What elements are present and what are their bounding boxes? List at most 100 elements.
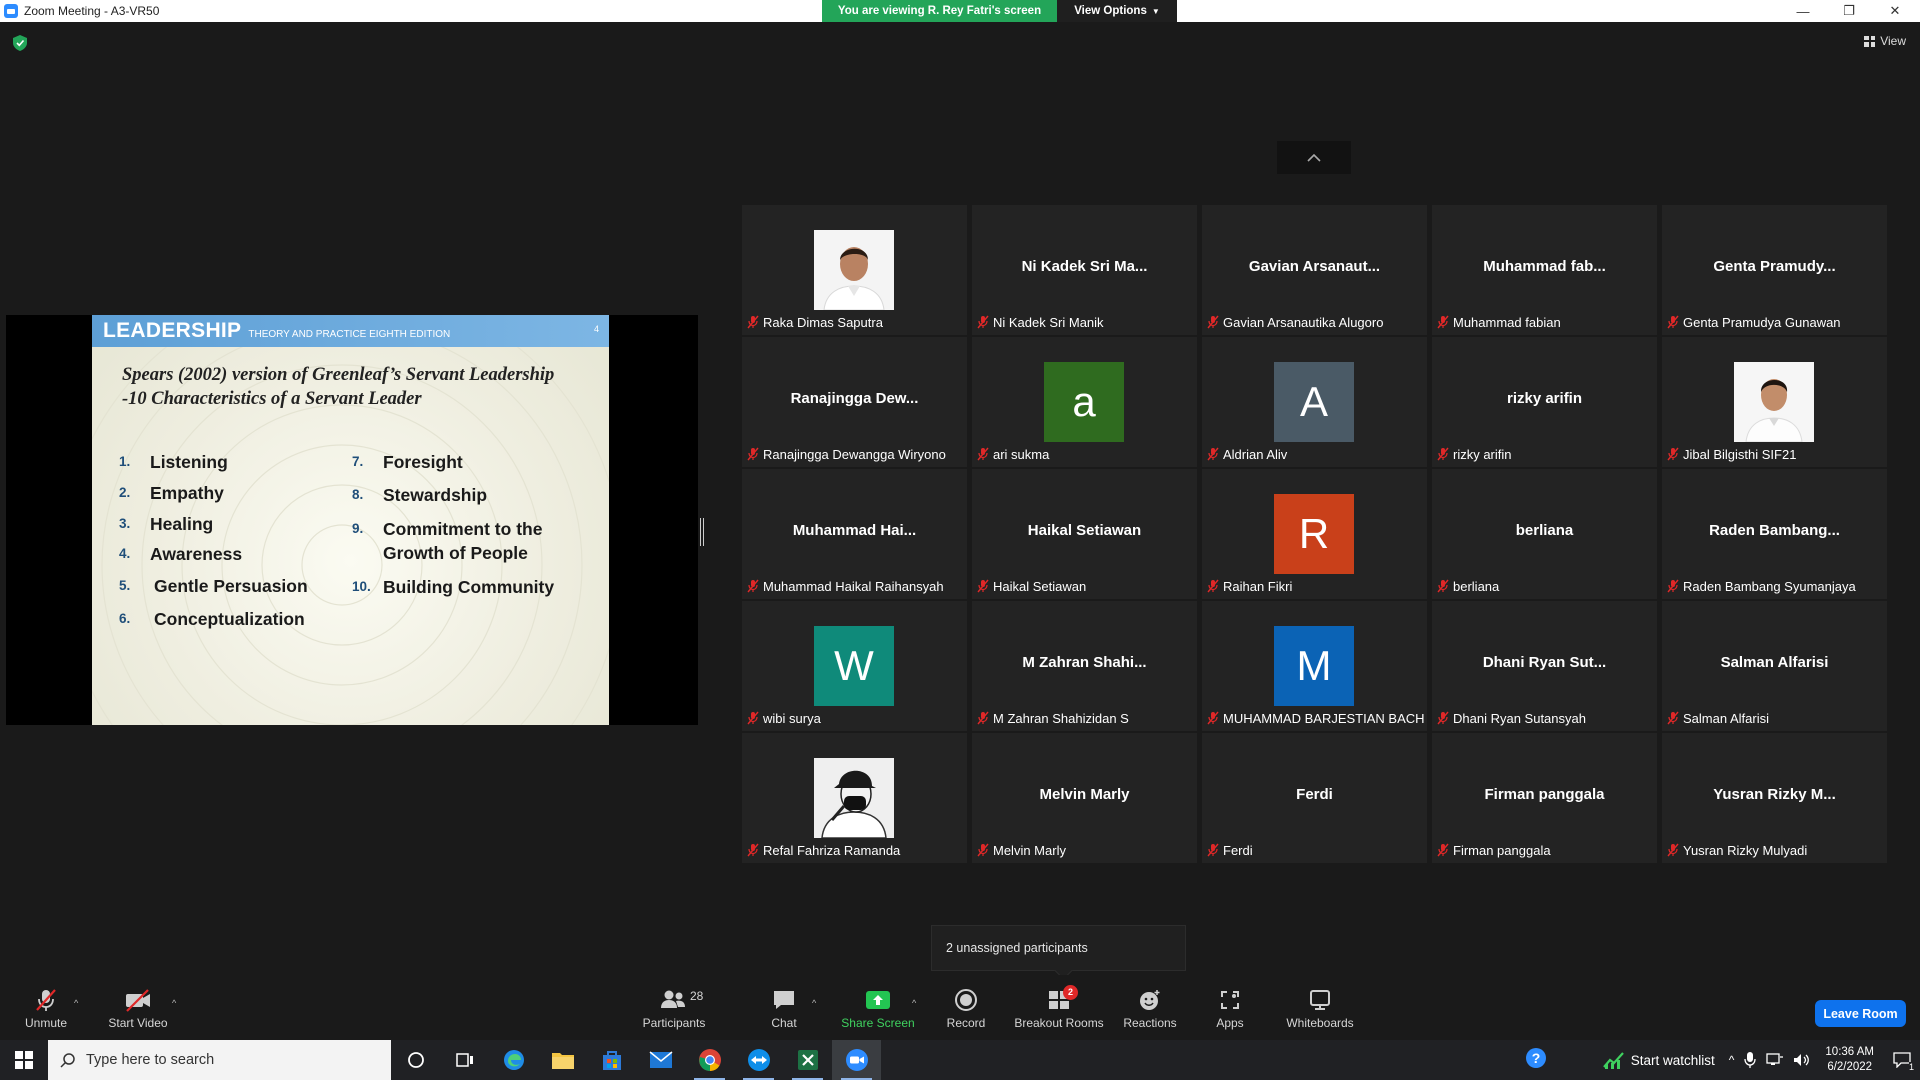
- participant-tile[interactable]: Genta Pramudy... Genta Pramudya Gunawan: [1662, 205, 1887, 335]
- windows-start-button[interactable]: [0, 1040, 48, 1080]
- participant-display-name: Melvin Marly: [1039, 786, 1130, 803]
- gallery-prev-page-button[interactable]: [1277, 141, 1351, 174]
- item-text: Stewardship: [383, 485, 488, 505]
- item-number: 2.: [119, 485, 131, 500]
- view-layout-button[interactable]: View: [1864, 34, 1906, 48]
- share-screen-button[interactable]: Share Screen: [838, 975, 918, 1041]
- apps-icon: [1215, 987, 1245, 1013]
- participant-tile[interactable]: Gavian Arsanaut... Gavian Arsanautika Alu…: [1202, 205, 1427, 335]
- windows-taskbar: Type here to search ? Start watchlist ^ …: [0, 1040, 1920, 1080]
- participant-tile[interactable]: Muhammad Hai... Muhammad Haikal Raihansya…: [742, 469, 967, 599]
- participant-tile[interactable]: Salman Alfarisi Salman Alfarisi: [1662, 601, 1887, 731]
- participant-name: Ferdi: [1223, 842, 1253, 858]
- participant-name: Jibal Bilgisthi SIF21: [1683, 446, 1797, 462]
- taskbar-app-excel[interactable]: [783, 1040, 832, 1080]
- participant-tile[interactable]: Haikal Setiawan Haikal Setiawan: [972, 469, 1197, 599]
- participant-tile[interactable]: Jibal Bilgisthi SIF21: [1662, 337, 1887, 467]
- muted-mic-icon: [1666, 711, 1680, 725]
- leave-room-button[interactable]: Leave Room: [1815, 1000, 1906, 1027]
- security-shield-icon[interactable]: [13, 35, 27, 51]
- microphone-tray-icon[interactable]: [1743, 1051, 1757, 1069]
- participant-tile[interactable]: Wwibi surya: [742, 601, 967, 731]
- share-options-caret-icon[interactable]: ^: [912, 998, 916, 1008]
- network-icon[interactable]: [1766, 1052, 1784, 1068]
- muted-mic-icon: [976, 579, 990, 593]
- participant-name: Salman Alfarisi: [1683, 710, 1769, 726]
- taskbar-app-edge[interactable]: [489, 1040, 538, 1080]
- taskbar-search-input[interactable]: Type here to search: [48, 1040, 391, 1080]
- minimize-button[interactable]: —: [1780, 0, 1826, 22]
- participant-tile[interactable]: Raden Bambang... Raden Bambang Syumanjaya: [1662, 469, 1887, 599]
- record-button[interactable]: Record: [940, 975, 992, 1041]
- muted-mic-icon: [746, 843, 760, 857]
- reactions-button[interactable]: Reactions: [1120, 975, 1180, 1041]
- participant-name: Muhammad Haikal Raihansyah: [763, 578, 944, 594]
- excel-icon: [797, 1050, 818, 1070]
- start-video-button[interactable]: Start Video: [104, 975, 172, 1041]
- unmute-button[interactable]: Unmute: [18, 975, 74, 1041]
- participant-name: Dhani Ryan Sutansyah: [1453, 710, 1586, 726]
- task-view-button[interactable]: [440, 1040, 489, 1080]
- split-divider-handle[interactable]: [700, 518, 704, 546]
- participant-name-label: Muhammad Haikal Raihansyah: [746, 577, 944, 595]
- video-options-caret-icon[interactable]: ^: [172, 998, 176, 1008]
- participant-tile[interactable]: Melvin Marly Melvin Marly: [972, 733, 1197, 863]
- participant-avatar-photo: [1734, 362, 1814, 442]
- muted-mic-icon: [1206, 711, 1220, 725]
- help-button[interactable]: ?: [1525, 1047, 1547, 1074]
- participant-name: rizky arifin: [1453, 446, 1512, 462]
- notification-center-button[interactable]: 1: [1884, 1040, 1920, 1080]
- participant-name: Ni Kadek Sri Manik: [993, 314, 1104, 330]
- taskbar-app-mail[interactable]: [636, 1040, 685, 1080]
- participants-button[interactable]: 28 Participants: [636, 975, 712, 1041]
- participant-tile[interactable]: berliana berliana: [1432, 469, 1657, 599]
- participant-tile[interactable]: Ferdi Ferdi: [1202, 733, 1427, 863]
- taskbar-app-chrome[interactable]: [685, 1040, 734, 1080]
- shared-screen[interactable]: LEADERSHIP THEORY AND PRACTICE EIGHTH ED…: [6, 315, 698, 725]
- breakout-rooms-button[interactable]: 2 Breakout Rooms: [1012, 975, 1106, 1041]
- breakout-rooms-badge: 2: [1063, 984, 1078, 1000]
- item-number: 8.: [352, 487, 364, 502]
- taskbar-app-file-explorer[interactable]: [538, 1040, 587, 1080]
- cortana-button[interactable]: [391, 1040, 440, 1080]
- breakout-rooms-label: Breakout Rooms: [1014, 1015, 1104, 1030]
- taskbar-app-zoom[interactable]: [832, 1040, 881, 1080]
- taskbar-app-store[interactable]: [587, 1040, 636, 1080]
- start-watchlist-widget[interactable]: Start watchlist: [1602, 1050, 1715, 1070]
- chat-options-caret-icon[interactable]: ^: [812, 998, 816, 1008]
- participant-tile[interactable]: R Raihan Fikri: [1202, 469, 1427, 599]
- participant-tile[interactable]: M Zahran Shahi... M Zahran Shahizidan S: [972, 601, 1197, 731]
- participant-tile[interactable]: Muhammad fab... Muhammad fabian: [1432, 205, 1657, 335]
- close-window-button[interactable]: ✕: [1872, 0, 1918, 22]
- muted-mic-icon: [746, 711, 760, 725]
- item-text: Listening: [150, 452, 228, 472]
- show-hidden-icons-chevron-icon[interactable]: ^: [1729, 1053, 1735, 1067]
- participant-tile[interactable]: rizky arifin rizky arifin: [1432, 337, 1657, 467]
- taskbar-clock[interactable]: 10:36 AM 6/2/2022: [1825, 1045, 1874, 1075]
- audio-options-caret-icon[interactable]: ^: [74, 998, 78, 1008]
- participant-tile[interactable]: Yusran Rizky M... Yusran Rizky Mulyadi: [1662, 733, 1887, 863]
- participant-name-label: rizky arifin: [1436, 445, 1512, 463]
- participant-tile[interactable]: M MUHAMMAD BARJESTIAN BACH: [1202, 601, 1427, 731]
- participant-name-label: Raihan Fikri: [1206, 577, 1292, 595]
- participant-tile[interactable]: Dhani Ryan Sut... Dhani Ryan Sutansyah: [1432, 601, 1657, 731]
- whiteboards-button[interactable]: Whiteboards: [1282, 975, 1358, 1041]
- muted-mic-icon: [1666, 843, 1680, 857]
- participant-tile[interactable]: Refal Fahriza Ramanda: [742, 733, 967, 863]
- item-text: Gentle Persuasion: [154, 576, 308, 596]
- participant-tile[interactable]: Ranajingga Dew... Ranajingga Dewangga Wir…: [742, 337, 967, 467]
- apps-button[interactable]: Apps: [1210, 975, 1250, 1041]
- unassigned-participants-tooltip[interactable]: 2 unassigned participants: [931, 925, 1186, 971]
- view-options-button[interactable]: View Options ▼: [1057, 0, 1177, 22]
- speaker-volume-icon[interactable]: [1793, 1052, 1811, 1068]
- participant-display-name: Genta Pramudy...: [1713, 258, 1836, 275]
- chat-button[interactable]: Chat: [764, 975, 804, 1041]
- taskbar-app-teamviewer[interactable]: [734, 1040, 783, 1080]
- participant-tile[interactable]: Ni Kadek Sri Ma... Ni Kadek Sri Manik: [972, 205, 1197, 335]
- participant-tile[interactable]: Raka Dimas Saputra: [742, 205, 967, 335]
- restore-button[interactable]: ❐: [1826, 0, 1872, 22]
- participant-tile[interactable]: a ari sukma: [972, 337, 1197, 467]
- participant-tile[interactable]: Firman panggala Firman panggala: [1432, 733, 1657, 863]
- participant-name-label: Ferdi: [1206, 841, 1253, 859]
- participant-tile[interactable]: A Aldrian Aliv: [1202, 337, 1427, 467]
